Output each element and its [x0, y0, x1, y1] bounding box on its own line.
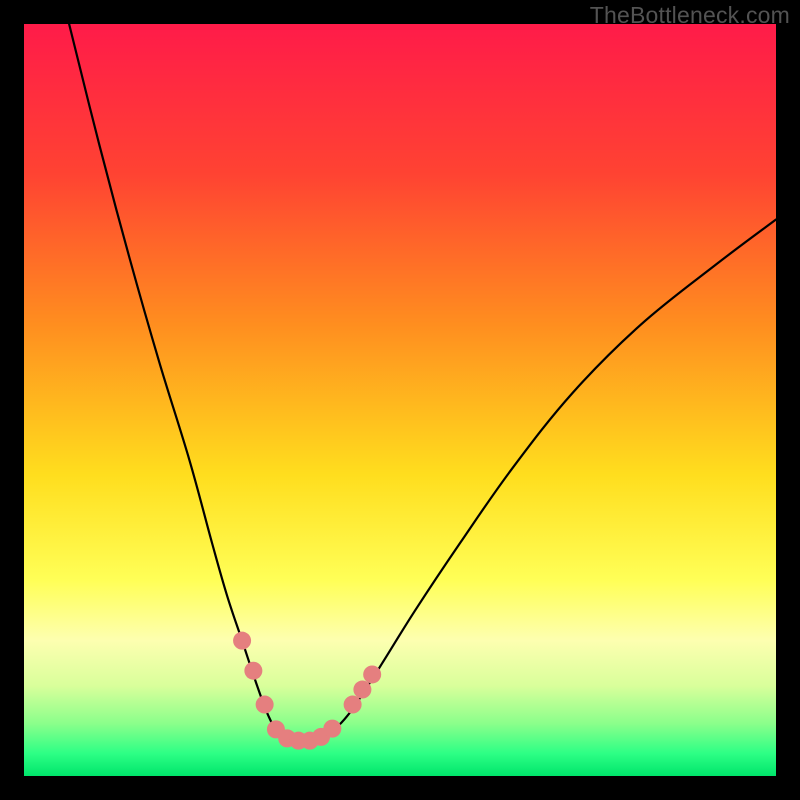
- curve-marker: [256, 696, 274, 714]
- curve-marker: [353, 681, 371, 699]
- bottleneck-chart: [24, 24, 776, 776]
- curve-marker: [323, 720, 341, 738]
- curve-marker: [244, 662, 262, 680]
- chart-frame: [24, 24, 776, 776]
- watermark-text: TheBottleneck.com: [590, 2, 790, 29]
- curve-marker: [344, 696, 362, 714]
- curve-marker: [233, 632, 251, 650]
- curve-marker: [363, 665, 381, 683]
- gradient-background: [24, 24, 776, 776]
